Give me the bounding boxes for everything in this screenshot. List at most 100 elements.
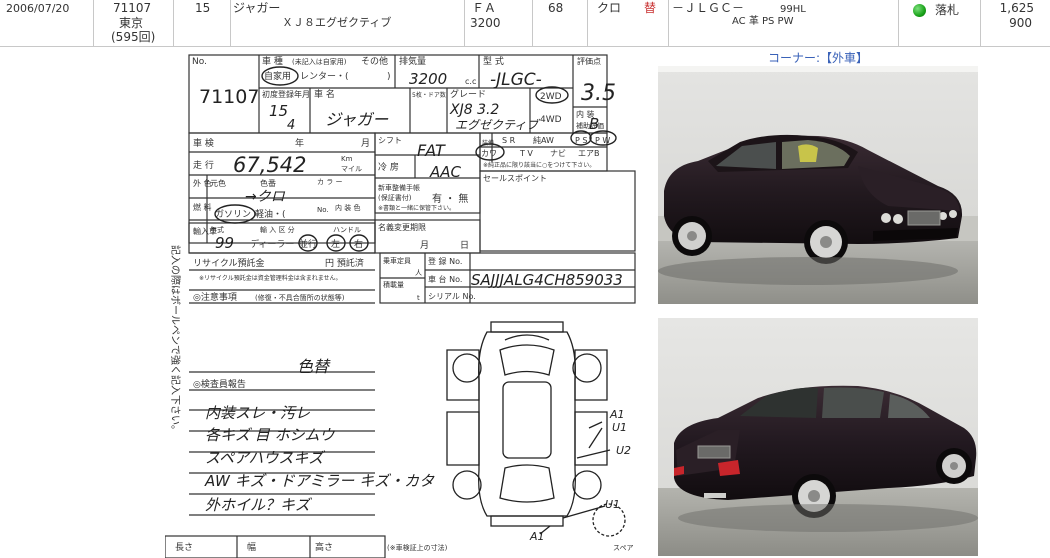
rental-close: ) xyxy=(387,72,391,82)
hw-report-5: 外ホイル？キズ xyxy=(205,496,312,514)
auction-sheet-scan: No. 車 種 (未記入は自家用) その他 自家用 レンター・( ) 排気量 c… xyxy=(165,54,636,558)
grade-score-label: 評価点 xyxy=(577,56,601,66)
model-year-label: 年式 xyxy=(210,225,224,234)
status-dot-icon xyxy=(913,4,926,17)
spec-cell: ＦＡ 3200 xyxy=(464,0,533,46)
maker: ジャガー xyxy=(233,1,281,15)
lot-cell: 71107 東京 (595回) xyxy=(93,0,174,46)
hw-color-note: 色替 xyxy=(297,357,331,376)
auction-sheet: No. 車 種 (未記入は自家用) その他 自家用 レンター・( ) 排気量 c… xyxy=(165,50,643,558)
car-photo-rear[interactable] xyxy=(658,318,978,556)
recycle-yen: 円 預託済 xyxy=(325,257,364,269)
deadline-month: 月 xyxy=(420,240,429,251)
reg-no-label: 登 録 No. xyxy=(428,256,462,266)
hw-model-type: -JLGC- xyxy=(490,70,542,90)
hw-reg-month: 4 xyxy=(287,118,295,133)
auction-info-row: 2006/07/20 71107 東京 (595回) 15 ジャガー ＸＪ８エグ… xyxy=(0,0,1050,47)
hw-mark-u1b: U1 xyxy=(605,498,620,511)
hw-mileage: 67,542 xyxy=(233,153,306,177)
2wd-label: 2WD xyxy=(540,92,562,102)
shaken-month-label: 月 xyxy=(361,138,370,149)
ton-label: t xyxy=(417,294,420,302)
type-code: －ＪＬＧＣ－ xyxy=(672,1,745,15)
gasoline-label: ガソリン xyxy=(215,209,251,220)
lot-number: 71107 xyxy=(113,1,152,15)
left-label: 左 xyxy=(331,238,340,250)
vertical-note: 記入の際はボールペンで強く記入下さい。 xyxy=(169,245,182,435)
date-cell: 2006/07/20 xyxy=(0,0,94,46)
venue: 東京 xyxy=(119,16,144,30)
displacement-label: 排気量 xyxy=(399,55,426,67)
car-front-image xyxy=(658,66,978,304)
equip-tv: T V xyxy=(519,149,533,158)
color-label: カ ラ ー xyxy=(317,178,342,186)
shaken-label: 車 検 xyxy=(193,137,214,149)
hw-report-1: 内装スレ・汚レ xyxy=(205,404,310,422)
car-cell: ジャガー ＸＪ８エグゼクティブ xyxy=(230,0,465,46)
size-height: 高さ xyxy=(315,541,333,553)
persons-label: 人 xyxy=(415,269,422,277)
capacity-label: 乗車定員 xyxy=(383,256,411,265)
mileage: 68 xyxy=(548,1,564,15)
car-damage-diagram-icon xyxy=(446,321,626,537)
category-note: (未記入は自家用) xyxy=(292,57,347,66)
type-cell: －ＪＬＧＣ－ 99HL AC 革 PS PW xyxy=(668,0,899,46)
hw-report-4: AW キズ・ドアミラー キズ・カタ xyxy=(204,472,435,490)
fuel-label: 燃 料 xyxy=(193,202,212,212)
sheet-no-label: No. xyxy=(192,57,207,67)
hw-mark-u1: U1 xyxy=(612,421,627,434)
int-color-label: 内 装 色 xyxy=(335,203,360,212)
price-cell: 1,625 900 xyxy=(980,0,1050,46)
color-no-label: 色番 xyxy=(260,178,276,188)
recycle-note: ※リサイクル預託金は資金管理料金は含まれません。 xyxy=(199,274,342,282)
equip-sr: S R xyxy=(502,136,516,145)
model-grade: ＸＪ８エグゼクティブ xyxy=(282,16,392,29)
car-rear-image xyxy=(658,318,978,556)
hw-score: 3.5 xyxy=(581,81,616,106)
shift-label: シフト xyxy=(378,136,402,145)
equip-ab: エアB xyxy=(578,149,600,158)
orig-color-label: 元色 xyxy=(210,178,226,188)
model-type-label: 型 式 xyxy=(483,55,504,67)
hw-report-3: スペアハウスキズ xyxy=(205,449,325,467)
color: クロ xyxy=(597,1,622,15)
mileage-label: 走 行 xyxy=(193,159,214,171)
caution-note: (修復・不具合箇所の状態等) xyxy=(255,293,345,302)
hw-chassis: SAJJJALG4CH859033 xyxy=(471,271,623,289)
dealer-label: ディーラー・ xyxy=(250,238,303,250)
hw-shift: FAT xyxy=(417,141,446,160)
color-changed: 替 xyxy=(644,1,657,15)
cc-label: c.c xyxy=(465,77,476,86)
session: (595回) xyxy=(111,30,156,44)
hw-car-name: ジャガー xyxy=(325,110,389,129)
loading-label: 積載量 xyxy=(383,280,404,289)
auction-date: 2006/07/20 xyxy=(6,2,70,15)
hw-aircon: AAC xyxy=(429,163,462,181)
corner-link[interactable]: 【外車】 xyxy=(820,51,868,65)
sales-point-label: セールスポイント xyxy=(483,174,547,183)
outer-color-label: 外 色 xyxy=(193,178,212,188)
spare-label: スペア xyxy=(613,544,634,552)
hw-reg-year: 15 xyxy=(269,102,288,120)
corner-prefix: コーナー: xyxy=(768,51,821,65)
hw-model-year: 99 xyxy=(215,234,234,252)
equip-aw: 純AW xyxy=(533,135,554,145)
car-photo-front[interactable] xyxy=(658,66,978,304)
rental-label: レンター・( xyxy=(300,71,349,82)
color-cell: クロ 替 xyxy=(587,0,669,46)
mile-unit: マイル xyxy=(341,165,362,173)
price-sold: 1,625 xyxy=(999,1,1034,15)
hw-mark-a1: A1 xyxy=(609,408,625,421)
shift: ＦＡ xyxy=(472,1,497,15)
hw-model: XJ8 3.2 xyxy=(449,102,499,118)
deadline-day: 日 xyxy=(460,240,469,251)
equip-note: ※純正品に限り該当に○をつけて下さい。 xyxy=(483,161,595,169)
price-start: 900 xyxy=(1009,16,1032,30)
serial-label: シリアル No. xyxy=(428,292,476,301)
hw-report-2: 各キズ 目 ホシムウ xyxy=(205,426,336,444)
status-cell: 落札 xyxy=(898,0,981,46)
size-width: 幅 xyxy=(247,541,256,553)
name-change-label: 名義変更期限 xyxy=(378,222,426,232)
hw-color: →クロ xyxy=(245,189,286,205)
chassis-label: 車 台 No. xyxy=(428,274,462,284)
